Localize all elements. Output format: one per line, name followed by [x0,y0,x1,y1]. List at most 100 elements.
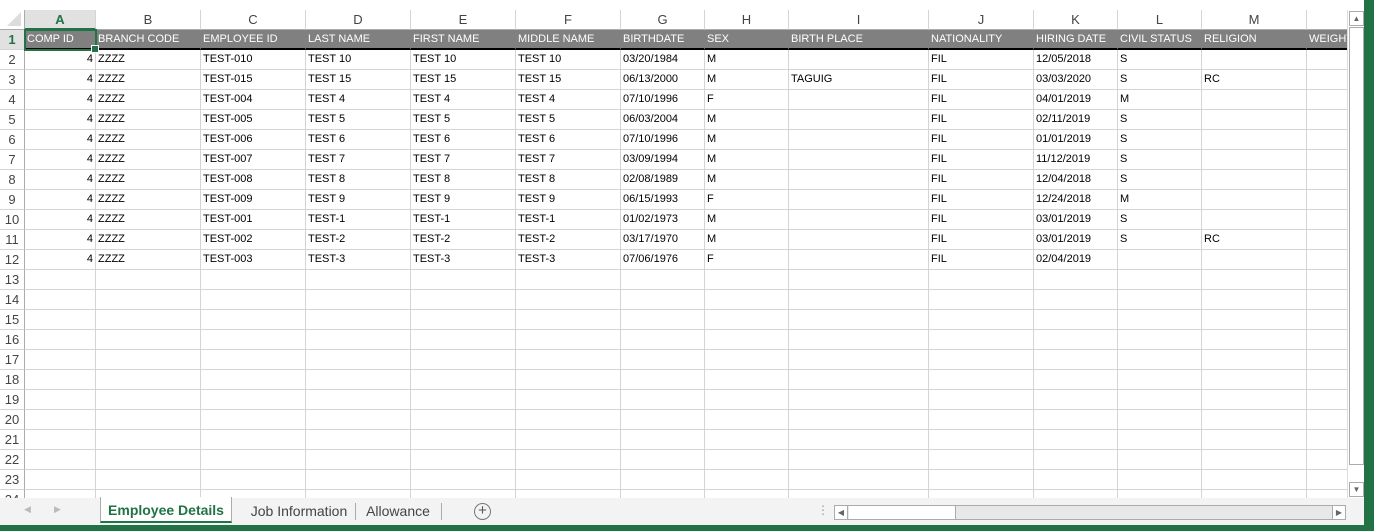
header-cell[interactable]: COMP ID [25,30,96,50]
table-cell[interactable] [1034,470,1118,490]
table-cell[interactable] [411,350,516,370]
table-cell[interactable] [929,410,1034,430]
table-cell[interactable] [201,450,306,470]
table-cell[interactable] [411,310,516,330]
table-cell[interactable] [201,270,306,290]
table-cell[interactable] [1202,490,1307,498]
table-cell[interactable] [1118,490,1202,498]
table-cell[interactable] [411,330,516,350]
table-cell[interactable]: TEST-007 [201,150,306,170]
table-cell[interactable]: 4 [25,110,96,130]
table-cell[interactable] [1307,110,1347,130]
tab-employee-details[interactable]: Employee Details [100,497,232,523]
table-cell[interactable]: TEST 7 [516,150,621,170]
table-cell[interactable] [1202,110,1307,130]
table-cell[interactable] [705,370,789,390]
table-cell[interactable] [411,390,516,410]
row-header-5[interactable]: 5 [0,110,25,130]
table-cell[interactable] [96,310,201,330]
table-cell[interactable]: RC [1202,70,1307,90]
table-cell[interactable]: 06/13/2000 [621,70,705,90]
table-cell[interactable] [789,330,929,350]
table-cell[interactable]: 02/04/2019 [1034,250,1118,270]
table-cell[interactable]: 12/24/2018 [1034,190,1118,210]
table-cell[interactable]: ZZZZ [96,190,201,210]
row-header-13[interactable]: 13 [0,270,25,290]
table-cell[interactable] [1307,50,1347,70]
table-cell[interactable] [1202,250,1307,270]
table-cell[interactable] [201,430,306,450]
table-cell[interactable] [25,350,96,370]
table-cell[interactable] [1307,130,1347,150]
table-cell[interactable] [1307,290,1347,310]
table-cell[interactable]: TEST 8 [411,170,516,190]
table-cell[interactable] [705,430,789,450]
table-cell[interactable] [1202,330,1307,350]
table-cell[interactable]: 03/20/1984 [621,50,705,70]
table-cell[interactable]: FIL [929,170,1034,190]
select-all-corner[interactable] [0,10,25,30]
table-cell[interactable] [306,450,411,470]
row-header-12[interactable]: 12 [0,250,25,270]
table-cell[interactable]: 02/11/2019 [1034,110,1118,130]
table-cell[interactable] [1202,130,1307,150]
table-cell[interactable] [96,270,201,290]
table-cell[interactable]: TEST 9 [411,190,516,210]
table-cell[interactable] [1034,290,1118,310]
table-cell[interactable]: 11/12/2019 [1034,150,1118,170]
table-cell[interactable] [1307,310,1347,330]
table-cell[interactable] [789,50,929,70]
table-cell[interactable] [25,330,96,350]
table-cell[interactable] [929,430,1034,450]
table-cell[interactable] [705,350,789,370]
table-cell[interactable] [789,170,929,190]
table-cell[interactable]: M [705,70,789,90]
table-cell[interactable] [621,450,705,470]
table-cell[interactable]: M [705,230,789,250]
table-cell[interactable]: ZZZZ [96,90,201,110]
table-cell[interactable] [411,290,516,310]
table-cell[interactable] [929,490,1034,498]
table-cell[interactable] [201,310,306,330]
table-cell[interactable] [621,390,705,410]
table-cell[interactable]: 04/01/2019 [1034,90,1118,110]
table-cell[interactable] [705,330,789,350]
table-cell[interactable] [516,330,621,350]
table-cell[interactable]: TEST-008 [201,170,306,190]
table-cell[interactable] [1307,210,1347,230]
table-cell[interactable]: ZZZZ [96,210,201,230]
table-cell[interactable] [25,310,96,330]
table-cell[interactable]: FIL [929,130,1034,150]
table-cell[interactable] [1118,310,1202,330]
column-header-c[interactable]: C [201,10,306,30]
table-cell[interactable] [1034,390,1118,410]
table-cell[interactable]: TEST-2 [516,230,621,250]
vertical-scrollbar[interactable]: ▲ ▼ [1347,10,1364,498]
scroll-left-icon[interactable]: ◀ [835,506,848,519]
table-cell[interactable]: TEST-006 [201,130,306,150]
table-cell[interactable]: FIL [929,230,1034,250]
table-cell[interactable] [96,290,201,310]
table-cell[interactable] [516,390,621,410]
row-header-7[interactable]: 7 [0,150,25,170]
row-header-10[interactable]: 10 [0,210,25,230]
table-cell[interactable]: TEST 8 [306,170,411,190]
table-cell[interactable]: M [705,170,789,190]
table-cell[interactable] [411,370,516,390]
table-cell[interactable]: M [705,50,789,70]
table-cell[interactable] [1307,410,1347,430]
table-cell[interactable]: 4 [25,130,96,150]
table-cell[interactable] [789,250,929,270]
header-cell[interactable]: NATIONALITY [929,30,1034,50]
table-cell[interactable]: ZZZZ [96,50,201,70]
table-cell[interactable] [1202,430,1307,450]
table-cell[interactable] [1034,350,1118,370]
table-cell[interactable]: TEST-3 [411,250,516,270]
table-cell[interactable] [1034,430,1118,450]
table-cell[interactable]: 03/01/2019 [1034,230,1118,250]
table-cell[interactable] [306,430,411,450]
table-cell[interactable] [306,270,411,290]
table-cell[interactable]: S [1118,110,1202,130]
table-cell[interactable] [1307,450,1347,470]
table-cell[interactable]: TEST-001 [201,210,306,230]
